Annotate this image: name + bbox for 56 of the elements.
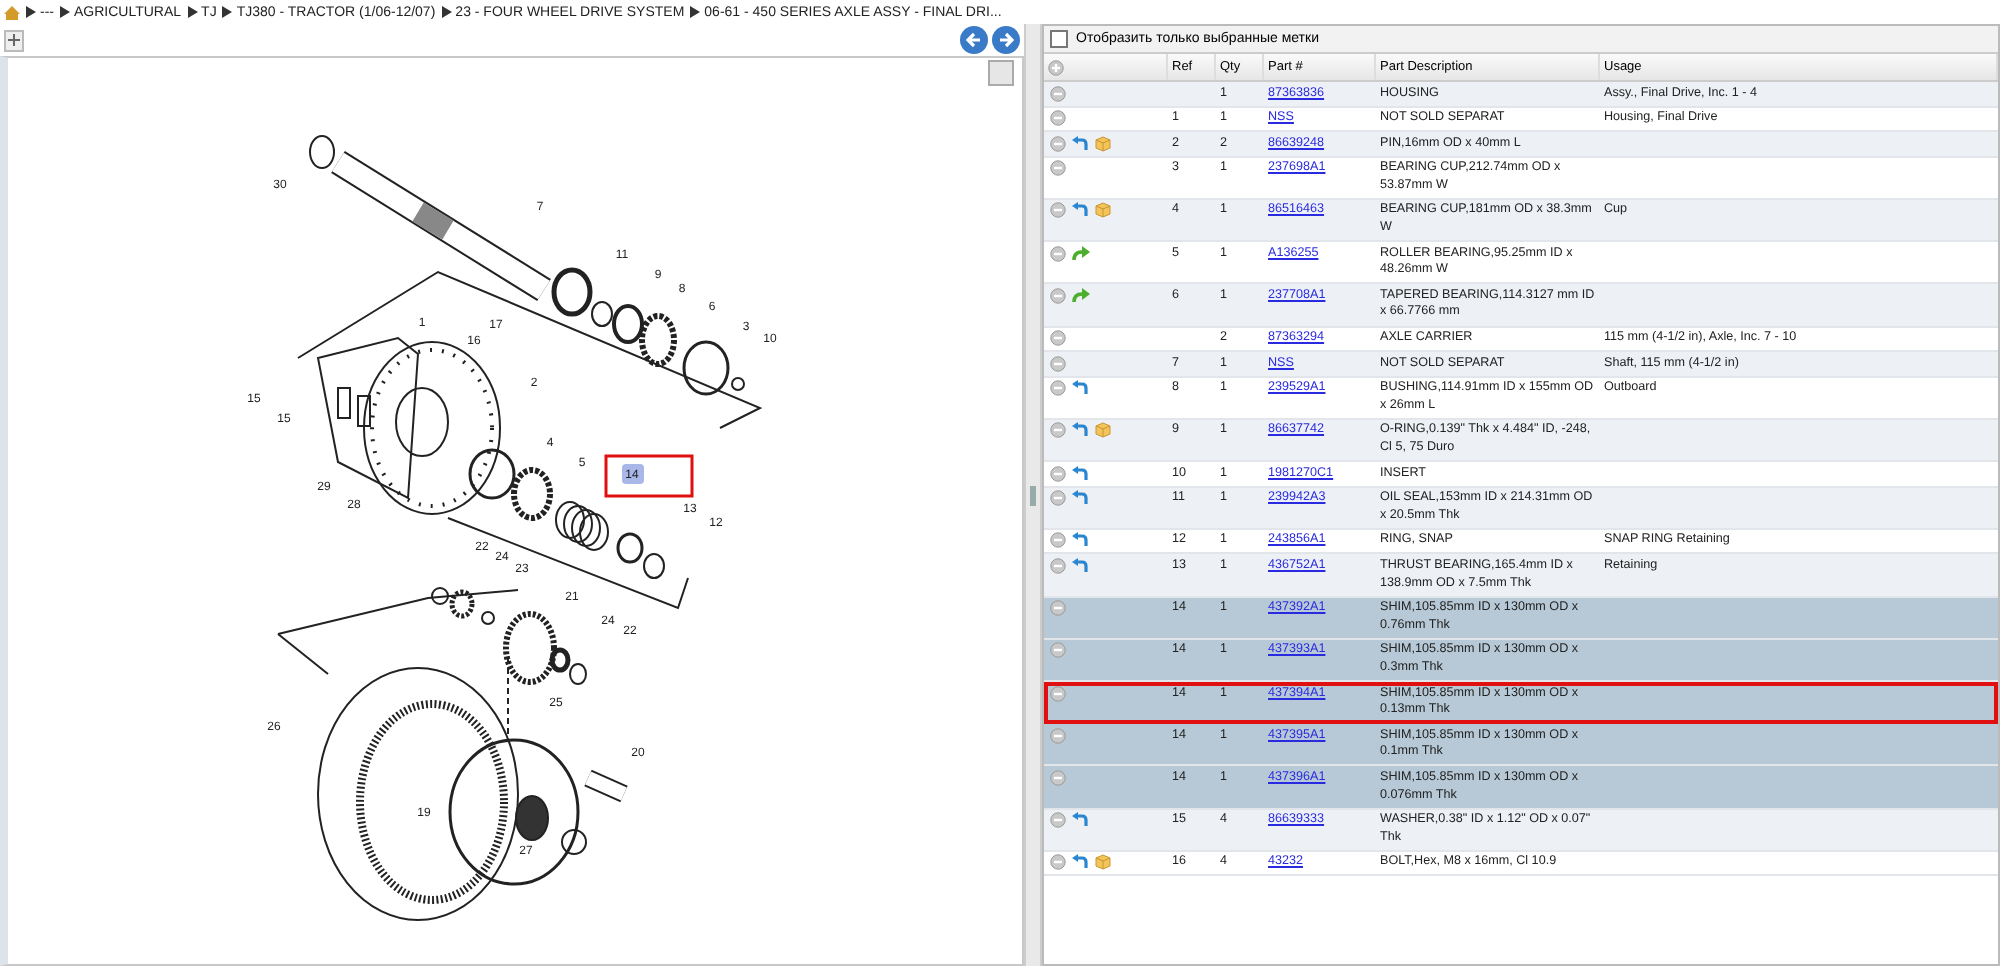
plus-circle-icon[interactable] [1048,59,1064,75]
triangle-icon [441,6,452,18]
curved-arrow-icon[interactable] [1072,245,1090,262]
left-arrow-icon [966,32,982,48]
plus-icon [8,34,20,46]
selection-frame [604,454,694,498]
circle-icon[interactable] [1050,287,1066,304]
curved-arrow-icon[interactable] [1072,380,1088,397]
fit-toggle[interactable] [988,60,1014,86]
curved-arrow-icon[interactable] [1072,854,1088,871]
curved-arrow-icon[interactable] [1072,422,1088,439]
curved-arrow-icon[interactable] [1072,532,1088,549]
filter-checkbox[interactable] [1050,30,1068,48]
back-button[interactable] [960,26,988,54]
curved-arrow-icon[interactable] [1072,135,1088,152]
circle-icon[interactable] [1050,490,1066,507]
right-arrow-icon [998,32,1014,48]
triangle-icon [690,6,701,18]
triangle-icon [60,6,70,18]
triangle-icon [26,6,36,18]
zoom-button[interactable] [4,29,24,51]
circle-icon[interactable] [1050,202,1066,219]
package-icon[interactable] [1094,854,1112,871]
circle-icon[interactable] [1050,465,1066,482]
forward-button[interactable] [992,26,1020,54]
circle-icon[interactable] [1050,245,1066,262]
circle-icon[interactable] [1050,85,1066,101]
circle-icon[interactable] [1050,642,1066,659]
circle-icon[interactable] [1050,600,1066,617]
splitter-handle[interactable] [1030,485,1036,505]
package-icon[interactable] [1094,422,1112,439]
circle-icon[interactable] [1050,160,1066,177]
circle-icon[interactable] [1050,110,1066,127]
home-icon[interactable] [4,5,20,19]
circle-icon[interactable] [1050,769,1066,786]
circle-icon[interactable] [1050,557,1066,574]
circle-icon[interactable] [1050,355,1066,372]
triangle-icon [187,6,198,18]
curved-arrow-icon[interactable] [1072,287,1090,304]
circle-icon[interactable] [1050,135,1066,152]
circle-icon[interactable] [1050,532,1066,549]
curved-arrow-icon[interactable] [1072,557,1088,574]
package-icon[interactable] [1094,202,1112,219]
triangle-icon [222,6,233,18]
circle-icon[interactable] [1050,854,1066,871]
circle-icon[interactable] [1050,330,1066,347]
curved-arrow-icon[interactable] [1072,202,1088,219]
package-icon[interactable] [1094,135,1112,152]
circle-icon[interactable] [1050,685,1066,702]
curved-arrow-icon[interactable] [1072,490,1088,507]
curved-arrow-icon[interactable] [1072,812,1088,829]
circle-icon[interactable] [1050,812,1066,829]
circle-icon[interactable] [1050,380,1066,397]
circle-icon[interactable] [1050,727,1066,744]
curved-arrow-icon[interactable] [1072,465,1088,482]
circle-icon[interactable] [1050,422,1066,439]
